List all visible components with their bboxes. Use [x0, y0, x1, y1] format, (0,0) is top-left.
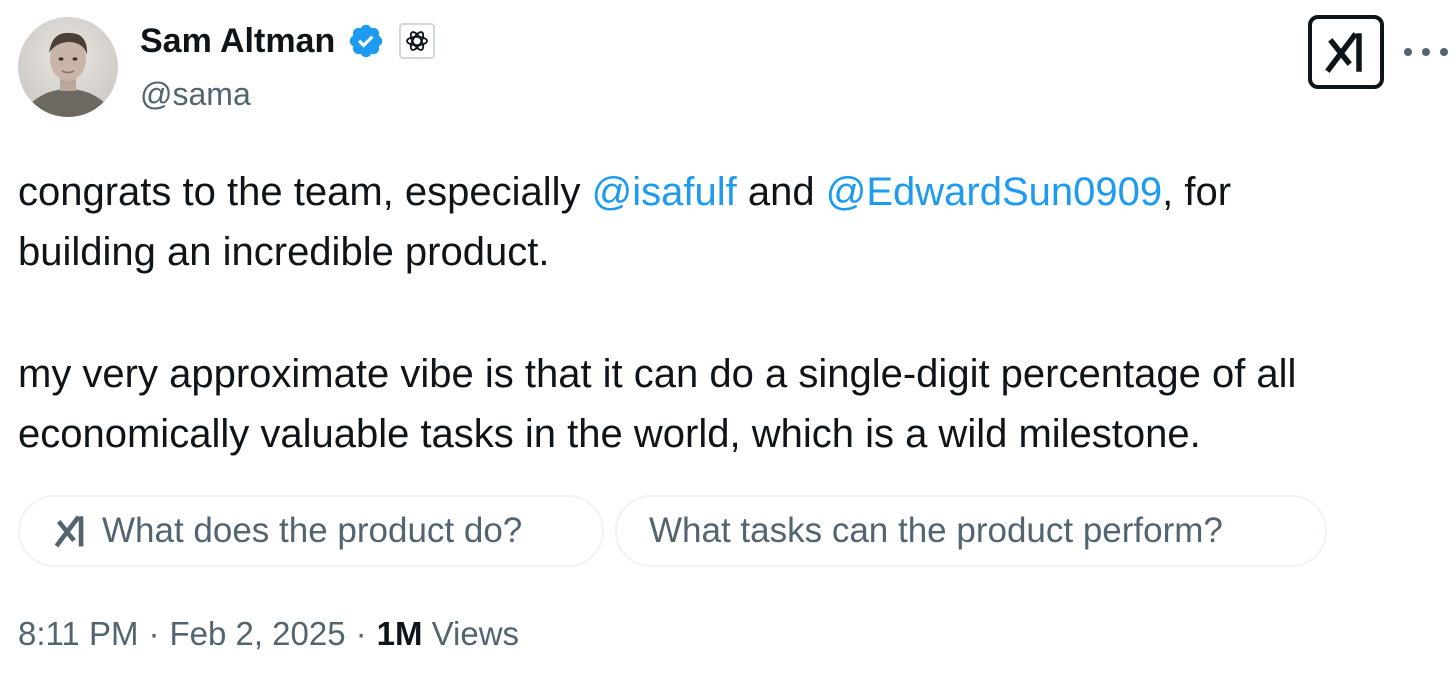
grok-suggestion-button[interactable]: What tasks can the product perform? [615, 495, 1327, 567]
tweet-timestamp-date[interactable]: Feb 2, 2025 [169, 615, 345, 652]
tweet-line: economically valuable tasks in the world… [18, 412, 1201, 456]
views-count: 1M [376, 615, 423, 652]
grok-suggestion-label: What does the product do? [102, 511, 523, 550]
grok-suggestion-label: What tasks can the product perform? [649, 511, 1223, 550]
mention-link-isafulf[interactable]: @isafulf [592, 170, 737, 214]
grok-suggestion-button[interactable]: What does the product do? [18, 495, 604, 567]
avatar-image [18, 17, 118, 117]
mention-link-edwardsun0909[interactable]: @EdwardSun0909 [826, 170, 1162, 214]
grok-icon [1325, 32, 1362, 73]
more-options-button[interactable] [1404, 34, 1448, 70]
grok-button[interactable] [1308, 15, 1384, 89]
author-handle[interactable]: @sama [140, 74, 251, 114]
tweet-paragraph: congrats to the team, especially @isaful… [18, 170, 1232, 214]
tweet-line: building an incredible product. [18, 230, 550, 274]
openai-logo-icon[interactable] [399, 23, 436, 59]
tweet-meta: 8:11 PM · Feb 2, 2025 · 1M Views [18, 615, 520, 652]
more-horizontal-icon [1404, 48, 1412, 56]
grok-icon [54, 514, 88, 548]
avatar[interactable] [18, 17, 118, 117]
author-name[interactable]: Sam Altman [140, 20, 436, 62]
tweet-line: my very approximate vibe is that it can … [18, 352, 1297, 396]
author-name-text: Sam Altman [140, 22, 336, 60]
tweet-card: Sam Altman @sama congrats to the team, e… [0, 0, 1456, 680]
verified-badge-icon [347, 22, 385, 60]
views-link[interactable]: 1M Views [377, 615, 519, 652]
views-label: Views [431, 615, 520, 652]
tweet-timestamp-time[interactable]: 8:11 PM [18, 615, 138, 652]
tweet-text: congrats to the team, especially @isaful… [18, 162, 1448, 464]
